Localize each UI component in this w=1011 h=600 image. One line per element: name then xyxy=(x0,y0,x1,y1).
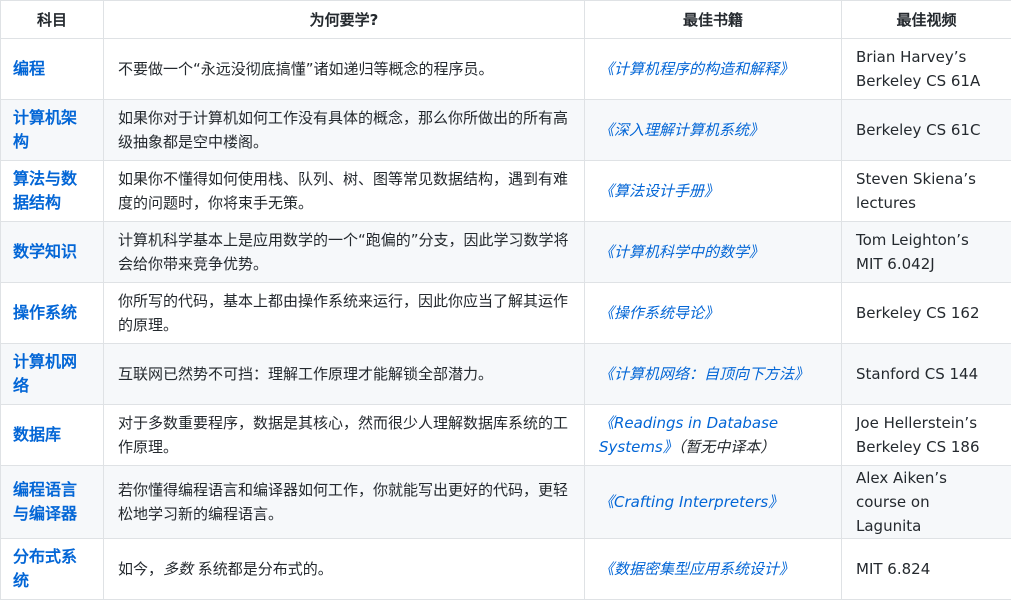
why-text: 若你懂得编程语言和编译器如何工作，你就能写出更好的代码，更轻松地学习新的编程语言… xyxy=(118,481,568,523)
book-cell: 《计算机程序的构造和解释》 xyxy=(585,39,842,100)
why-text: 对于多数重要程序，数据是其核心，然而很少人理解数据库系统的工作原理。 xyxy=(118,414,568,456)
why-cell: 如今，多数 系统都是分布式的。 xyxy=(104,539,585,600)
video-cell: Joe Hellerstein’s Berkeley CS 186 xyxy=(842,405,1011,466)
why-text: 不要做一个“永远没彻底搞懂”诸如递归等概念的程序员。 xyxy=(118,60,494,78)
subject-cell: 算法与数据结构 xyxy=(1,161,104,222)
table-row: 计算机架构如果你对于计算机如何工作没有具体的概念，那么你所做出的所有高级抽象都是… xyxy=(1,100,1011,161)
subject-cell: 数据库 xyxy=(1,405,104,466)
why-text: 互联网已然势不可挡：理解工作原理才能解锁全部潜力。 xyxy=(118,365,493,383)
book-link[interactable]: 《计算机科学中的数学》 xyxy=(599,243,764,261)
table-row: 分布式系统如今，多数 系统都是分布式的。《数据密集型应用系统设计》MIT 6.8… xyxy=(1,539,1011,600)
subject-cell: 编程 xyxy=(1,39,104,100)
why-cell: 不要做一个“永远没彻底搞懂”诸如递归等概念的程序员。 xyxy=(104,39,585,100)
why-text: 如今， xyxy=(118,560,163,578)
subject-cell: 操作系统 xyxy=(1,283,104,344)
book-link[interactable]: 《Crafting Interpreters》 xyxy=(599,493,783,511)
book-link[interactable]: 《计算机程序的构造和解释》 xyxy=(599,60,794,78)
why-text: 你所写的代码，基本上都由操作系统来运行，因此你应当了解其运作的原理。 xyxy=(118,292,568,334)
book-cell: 《数据密集型应用系统设计》 xyxy=(585,539,842,600)
why-emphasis: 多数 xyxy=(163,560,193,578)
video-cell: Steven Skiena’s lectures xyxy=(842,161,1011,222)
book-link[interactable]: 《算法设计手册》 xyxy=(599,182,719,200)
header-video: 最佳视频 xyxy=(842,1,1011,39)
table-row: 数学知识计算机科学基本上是应用数学的一个“跑偏的”分支，因此学习数学将会给你带来… xyxy=(1,222,1011,283)
subject-cell: 数学知识 xyxy=(1,222,104,283)
why-text: 如果你不懂得如何使用栈、队列、树、图等常见数据结构，遇到有难度的问题时，你将束手… xyxy=(118,170,568,212)
video-cell: Berkeley CS 61C xyxy=(842,100,1011,161)
why-cell: 如果你不懂得如何使用栈、队列、树、图等常见数据结构，遇到有难度的问题时，你将束手… xyxy=(104,161,585,222)
table-row: 编程语言与编译器若你懂得编程语言和编译器如何工作，你就能写出更好的代码，更轻松地… xyxy=(1,466,1011,539)
header-row: 科目 为何要学? 最佳书籍 最佳视频 xyxy=(1,1,1011,39)
book-cell: 《Crafting Interpreters》 xyxy=(585,466,842,539)
why-cell: 对于多数重要程序，数据是其核心，然而很少人理解数据库系统的工作原理。 xyxy=(104,405,585,466)
table-row: 操作系统你所写的代码，基本上都由操作系统来运行，因此你应当了解其运作的原理。 《操… xyxy=(1,283,1011,344)
book-link[interactable]: 《计算机网络：自顶向下方法》 xyxy=(599,365,809,383)
subjects-table: 科目 为何要学? 最佳书籍 最佳视频 编程不要做一个“永远没彻底搞懂”诸如递归等… xyxy=(0,0,1011,600)
why-cell: 若你懂得编程语言和编译器如何工作，你就能写出更好的代码，更轻松地学习新的编程语言… xyxy=(104,466,585,539)
why-cell: 你所写的代码，基本上都由操作系统来运行，因此你应当了解其运作的原理。 xyxy=(104,283,585,344)
header-subject: 科目 xyxy=(1,1,104,39)
book-link[interactable]: 《深入理解计算机系统》 xyxy=(599,121,764,139)
table-row: 编程不要做一个“永远没彻底搞懂”诸如递归等概念的程序员。 《计算机程序的构造和解释… xyxy=(1,39,1011,100)
video-cell: Stanford CS 144 xyxy=(842,344,1011,405)
table-row: 数据库对于多数重要程序，数据是其核心，然而很少人理解数据库系统的工作原理。《Re… xyxy=(1,405,1011,466)
video-cell: Brian Harvey’s Berkeley CS 61A xyxy=(842,39,1011,100)
book-cell: 《计算机网络：自顶向下方法》 xyxy=(585,344,842,405)
why-text: 计算机科学基本上是应用数学的一个“跑偏的”分支，因此学习数学将会给你带来竞争优势… xyxy=(118,231,569,273)
why-text: 如果你对于计算机如何工作没有具体的概念，那么你所做出的所有高级抽象都是空中楼阁。 xyxy=(118,109,568,151)
book-link[interactable]: 《操作系统导论》 xyxy=(599,304,719,322)
subject-cell: 分布式系统 xyxy=(1,539,104,600)
book-note: （暂无中译本） xyxy=(678,438,776,456)
subject-cell: 编程语言与编译器 xyxy=(1,466,104,539)
why-cell: 如果你对于计算机如何工作没有具体的概念，那么你所做出的所有高级抽象都是空中楼阁。 xyxy=(104,100,585,161)
video-cell: MIT 6.824 xyxy=(842,539,1011,600)
book-cell: 《操作系统导论》 xyxy=(585,283,842,344)
book-cell: 《Readings in Database Systems》（暂无中译本） xyxy=(585,405,842,466)
book-cell: 《算法设计手册》 xyxy=(585,161,842,222)
header-book: 最佳书籍 xyxy=(585,1,842,39)
book-link[interactable]: 《数据密集型应用系统设计》 xyxy=(599,560,794,578)
header-why: 为何要学? xyxy=(104,1,585,39)
why-cell: 计算机科学基本上是应用数学的一个“跑偏的”分支，因此学习数学将会给你带来竞争优势… xyxy=(104,222,585,283)
why-cell: 互联网已然势不可挡：理解工作原理才能解锁全部潜力。 xyxy=(104,344,585,405)
book-cell: 《深入理解计算机系统》 xyxy=(585,100,842,161)
why-text-continued: 系统都是分布式的。 xyxy=(193,560,333,578)
video-cell: Tom Leighton’s MIT 6.042J xyxy=(842,222,1011,283)
subject-cell: 计算机网络 xyxy=(1,344,104,405)
table-row: 计算机网络互联网已然势不可挡：理解工作原理才能解锁全部潜力。 《计算机网络：自顶向… xyxy=(1,344,1011,405)
subject-cell: 计算机架构 xyxy=(1,100,104,161)
video-cell: Berkeley CS 162 xyxy=(842,283,1011,344)
book-cell: 《计算机科学中的数学》 xyxy=(585,222,842,283)
video-cell: Alex Aiken’s course on Lagunita xyxy=(842,466,1011,539)
table-row: 算法与数据结构如果你不懂得如何使用栈、队列、树、图等常见数据结构，遇到有难度的问… xyxy=(1,161,1011,222)
